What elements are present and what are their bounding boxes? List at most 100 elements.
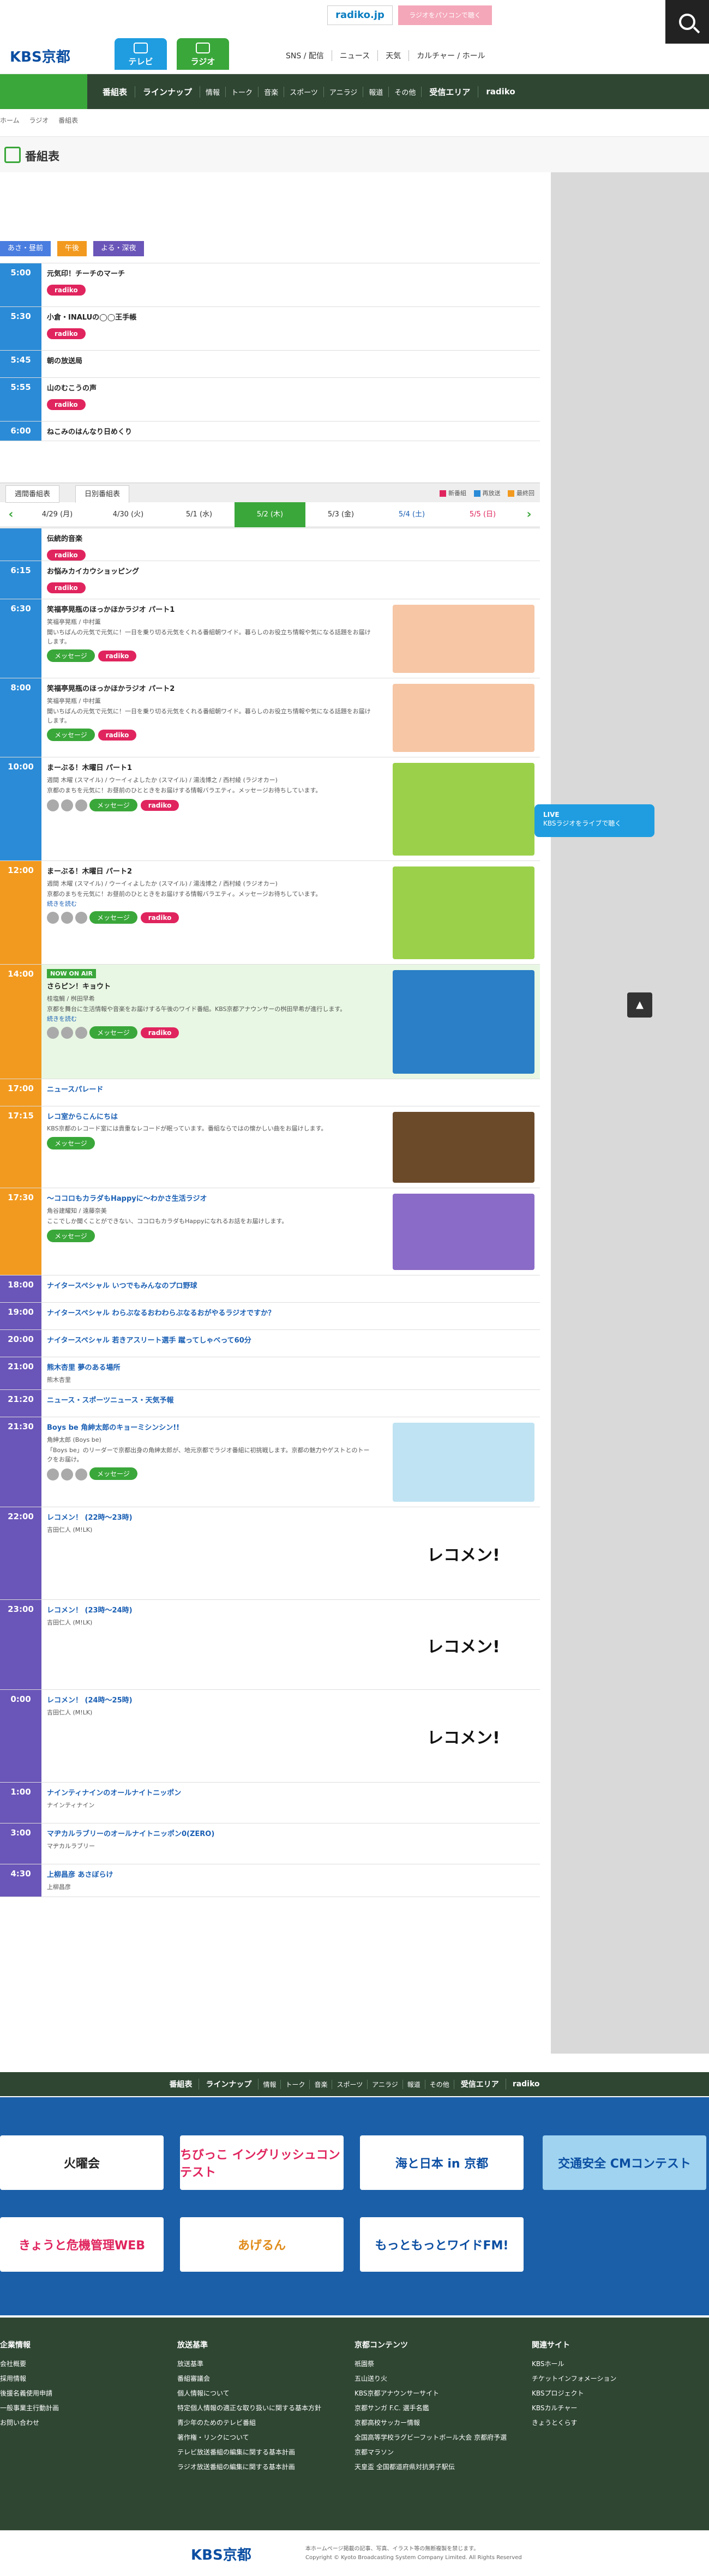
x-icon[interactable] <box>61 1468 73 1480</box>
message-button[interactable]: メッセージ <box>89 798 137 811</box>
gnav-item[interactable]: ラインナップ <box>135 86 201 98</box>
footer-link[interactable]: 放送基準 <box>177 2359 321 2368</box>
footer-link[interactable]: 個人情報について <box>177 2388 321 2398</box>
program-title[interactable]: お悩みカイカウショッピング <box>47 565 534 576</box>
message-button[interactable]: メッセージ <box>47 1136 95 1149</box>
gnav-item[interactable]: radiko <box>478 87 522 97</box>
banner[interactable]: 海と日本 in 京都 <box>360 2135 524 2190</box>
day-tab[interactable]: 5/1 (水) <box>164 502 235 527</box>
banner[interactable]: きょうと危機管理WEB <box>0 2217 164 2272</box>
footer-nav-item[interactable]: トーク <box>281 2079 310 2089</box>
footer-nav-item[interactable]: その他 <box>425 2079 454 2089</box>
footer-nav-item[interactable]: radiko <box>506 2080 546 2089</box>
footer-logo[interactable]: KBS京都 <box>191 2544 251 2564</box>
mail-icon[interactable] <box>47 912 59 924</box>
message-button[interactable]: メッセージ <box>89 1026 137 1039</box>
prev-day-button[interactable]: ‹ <box>0 508 22 521</box>
footer-nav-item[interactable]: 番組表 <box>163 2079 200 2090</box>
footer-link[interactable]: KBSホール <box>532 2359 616 2368</box>
radiko-button[interactable]: radiko <box>47 285 86 296</box>
radiko-button[interactable]: radiko <box>140 799 179 811</box>
banner[interactable]: あげるん <box>180 2217 344 2272</box>
live-radio-button[interactable]: LIVE KBSラジオをライブで聴く <box>534 804 654 837</box>
banner[interactable]: もっともっとワイドFM! <box>360 2217 524 2272</box>
program-title[interactable]: ナイタースペシャル わらぶなるおわわらぶなるおがやるラジオですか？ <box>47 1307 534 1317</box>
footer-link[interactable]: 採用情報 <box>0 2374 59 2383</box>
radiko-button[interactable]: radiko <box>140 1027 179 1038</box>
program-title[interactable]: 朝の放送局 <box>47 355 534 365</box>
footer-link[interactable]: 天皇盃 全国都道府県対抗男子駅伝 <box>354 2462 507 2471</box>
footer-link[interactable]: 後援名義使用申請 <box>0 2388 59 2398</box>
day-tab[interactable]: 4/30 (火) <box>93 502 164 527</box>
gnav-item[interactable]: 受信エリア <box>422 86 479 98</box>
program-title[interactable]: 伝統的音楽 <box>47 533 534 543</box>
footer-link[interactable]: 京都高校サッカー情報 <box>354 2418 507 2427</box>
gnav-item[interactable]: 情報 <box>200 86 226 97</box>
banner[interactable]: ちびっこ イングリッシュコンテスト <box>180 2135 344 2190</box>
instagram-icon[interactable] <box>75 1027 87 1039</box>
program-title[interactable]: ナインティナインのオールナイトニッポン <box>47 1787 534 1797</box>
gnav-item[interactable]: 音楽 <box>259 86 285 97</box>
footer-link[interactable]: 特定個人情報の適正な取り扱いに関する基本方針 <box>177 2403 321 2412</box>
program-title[interactable]: ナイタースペシャル 若きアスリート選手 蹴ってしゃべって60分 <box>47 1334 534 1345</box>
program-title[interactable]: ねこみのはんなり日めくり <box>47 426 534 436</box>
top-link-weather[interactable]: 天気 <box>378 50 410 61</box>
footer-nav-item[interactable]: スポーツ <box>332 2079 368 2089</box>
radiko-logo[interactable]: radiko.jp <box>327 5 393 25</box>
mail-icon[interactable] <box>47 799 59 811</box>
footer-nav-item[interactable]: ラインナップ <box>199 2079 259 2090</box>
x-icon[interactable] <box>61 912 73 924</box>
message-button[interactable]: メッセージ <box>47 1229 95 1242</box>
radiko-button[interactable]: radiko <box>47 328 86 339</box>
radiko-button[interactable]: radiko <box>98 730 137 741</box>
program-title[interactable]: 小倉・INALUの◯◯王手帳 <box>47 311 534 322</box>
footer-link[interactable]: 番組審議会 <box>177 2374 321 2383</box>
footer-link[interactable]: チケットインフォメーション <box>532 2374 616 2383</box>
day-tab[interactable]: 5/4 (土) <box>376 502 447 527</box>
message-button[interactable]: メッセージ <box>47 729 95 741</box>
mail-icon[interactable] <box>47 1027 59 1039</box>
top-link-news[interactable]: ニュース <box>332 50 378 61</box>
mail-icon[interactable] <box>47 1468 59 1480</box>
footer-link[interactable]: 会社概要 <box>0 2359 59 2368</box>
program-title[interactable]: 山のむこうの声 <box>47 382 534 393</box>
footer-link[interactable]: KBS京都アナウンサーサイト <box>354 2388 507 2398</box>
breadcrumb-radio[interactable]: ラジオ <box>29 117 49 124</box>
radiko-button[interactable]: radiko <box>47 582 86 593</box>
gnav-item[interactable]: スポーツ <box>284 86 324 97</box>
footer-link[interactable]: きょうとくらす <box>532 2418 616 2427</box>
back-to-top-button[interactable]: ▲ <box>627 992 652 1018</box>
next-day-button[interactable]: › <box>518 508 540 521</box>
gnav-item[interactable]: トーク <box>226 86 259 97</box>
radiko-button[interactable]: radiko <box>47 550 86 561</box>
gnav-item[interactable]: 報道 <box>363 86 389 97</box>
footer-link[interactable]: 著作権・リンクについて <box>177 2433 321 2442</box>
day-tab[interactable]: 5/3 (金) <box>305 502 376 527</box>
radiko-button[interactable]: radiko <box>98 651 137 661</box>
message-button[interactable]: メッセージ <box>89 911 137 924</box>
footer-link[interactable]: KBSプロジェクト <box>532 2388 616 2398</box>
footer-link[interactable]: テレビ放送番組の編集に関する基本計画 <box>177 2447 321 2457</box>
filter-night[interactable]: よる・深夜 <box>93 241 144 256</box>
tab-daily[interactable]: 日別番組表 <box>75 485 130 503</box>
search-button[interactable] <box>665 0 709 44</box>
program-title[interactable]: ニュースパレード <box>47 1084 534 1094</box>
footer-nav-item[interactable]: 情報 <box>259 2079 281 2089</box>
program-title[interactable]: ナイタースペシャル いつでもみんなのプロ野球 <box>47 1280 534 1290</box>
tab-tv[interactable]: テレビ <box>115 38 167 70</box>
footer-link[interactable]: お問い合わせ <box>0 2418 59 2427</box>
x-icon[interactable] <box>61 799 73 811</box>
program-title[interactable]: ニュース・スポーツニュース・天気予報 <box>47 1394 534 1405</box>
footer-link[interactable]: 五山送り火 <box>354 2374 507 2383</box>
footer-link[interactable]: 祇園祭 <box>354 2359 507 2368</box>
radiko-listen-button[interactable]: ラジオをパソコンで聴く <box>398 5 492 25</box>
site-logo[interactable]: KBS京都 <box>10 46 70 66</box>
gnav-item[interactable]: その他 <box>389 86 422 97</box>
tab-radio[interactable]: ラジオ <box>177 38 229 70</box>
footer-nav-item[interactable]: 報道 <box>403 2079 425 2089</box>
top-link-sns[interactable]: SNS / 配信 <box>278 50 332 61</box>
program-title[interactable]: 上柳昌彦 あさぼらけ <box>47 1869 534 1879</box>
day-tab[interactable]: 5/5 (日) <box>447 502 518 527</box>
gnav-item[interactable]: 番組表 <box>95 86 136 98</box>
radiko-button[interactable]: radiko <box>140 912 179 923</box>
